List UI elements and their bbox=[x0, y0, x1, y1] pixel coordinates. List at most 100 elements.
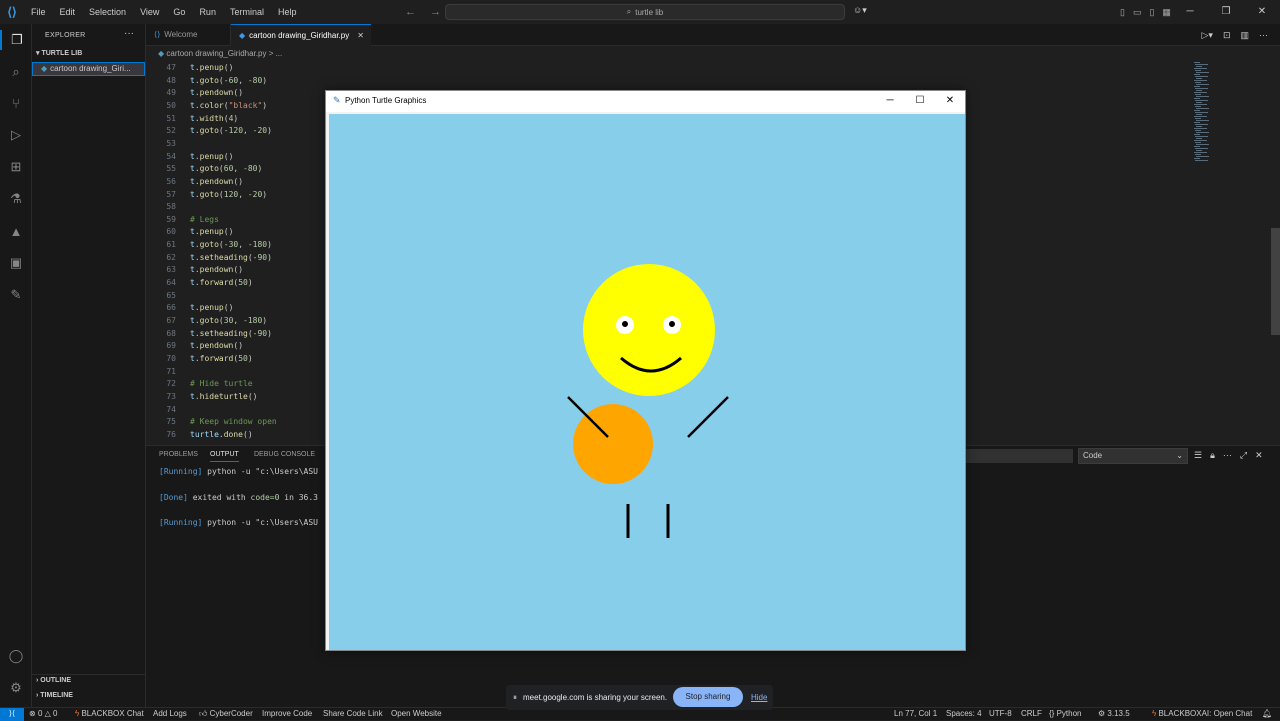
close-window-icon[interactable]: ✕ bbox=[1244, 0, 1280, 24]
vscode-tab-icon: ⟨⟩ bbox=[154, 30, 161, 39]
remote-indicator-icon[interactable]: ⟩⟨ bbox=[0, 708, 24, 721]
tab-cartoon-drawing[interactable]: ◆ cartoon drawing_Giridhar.py ✕ bbox=[231, 24, 371, 46]
azure-icon[interactable]: ▲ bbox=[6, 221, 26, 241]
improve-code-status[interactable]: Improve Code bbox=[262, 708, 312, 720]
cybercoder-status[interactable]: 👍︎ CyberCoder bbox=[199, 708, 253, 720]
cursor-position-status[interactable]: Ln 77, Col 1 bbox=[894, 708, 937, 720]
output-filter-input[interactable] bbox=[966, 449, 1073, 463]
outline-section[interactable]: › OUTLINE bbox=[36, 677, 71, 684]
line-number: 65 bbox=[166, 290, 176, 300]
encoding-status[interactable]: UTF-8 bbox=[989, 708, 1012, 720]
line-number: 56 bbox=[166, 176, 176, 186]
copilot-icon[interactable]: ☺▾ bbox=[853, 5, 867, 16]
run-debug-icon[interactable]: ▷ bbox=[6, 125, 26, 145]
open-website-status[interactable]: Open Website bbox=[391, 708, 442, 720]
vscode-logo-icon: ⟨⟩ bbox=[7, 5, 17, 19]
indentation-status[interactable]: Spaces: 4 bbox=[946, 708, 982, 720]
menu-go[interactable]: Go bbox=[166, 0, 192, 24]
remote-explorer-icon[interactable]: ▣ bbox=[6, 253, 26, 273]
maximize-panel-icon[interactable]: ⤢ bbox=[1240, 450, 1247, 461]
stop-sharing-button[interactable]: Stop sharing bbox=[673, 687, 743, 707]
accounts-icon[interactable]: ◯ bbox=[6, 646, 26, 666]
code-line[interactable]: 48 t.goto(-60, -80) bbox=[146, 76, 746, 89]
explorer-title: EXPLORER bbox=[45, 32, 86, 39]
more-actions-icon[interactable]: ··· bbox=[124, 28, 134, 39]
right-arm bbox=[687, 396, 729, 438]
menu-file[interactable]: File bbox=[24, 0, 53, 24]
forward-arrow-icon[interactable]: → bbox=[430, 6, 441, 18]
testing-icon[interactable]: ⚗ bbox=[6, 189, 26, 209]
more-panel-actions-icon[interactable]: ··· bbox=[1223, 450, 1232, 461]
compare-icon[interactable]: ⊡ bbox=[1223, 30, 1231, 41]
menu-help[interactable]: Help bbox=[271, 0, 304, 24]
menu-edit[interactable]: Edit bbox=[53, 0, 83, 24]
minimap-line bbox=[1196, 66, 1202, 67]
close-panel-icon[interactable]: ✕ bbox=[1255, 450, 1263, 461]
editor-scrollbar[interactable] bbox=[1271, 228, 1280, 335]
cartoon-head bbox=[583, 264, 715, 396]
code-token: goto bbox=[199, 75, 219, 85]
blackbox-chat-status[interactable]: ϟ BLACKBOX Chat bbox=[75, 708, 144, 720]
turtle-minimize-icon[interactable]: ─ bbox=[875, 91, 905, 112]
minimap[interactable] bbox=[1192, 62, 1222, 172]
back-arrow-icon[interactable]: ← bbox=[405, 6, 416, 18]
turtle-close-icon[interactable]: ✕ bbox=[935, 91, 965, 112]
menu-selection[interactable]: Selection bbox=[82, 0, 133, 24]
cartoon-body bbox=[573, 404, 653, 484]
settings-gear-icon[interactable]: ⚙ bbox=[6, 678, 26, 698]
output-running-tag: [Running] bbox=[159, 518, 203, 527]
run-file-icon[interactable]: ▷▾ bbox=[1201, 30, 1212, 41]
blackbox-open-chat-status[interactable]: ϟ BLACKBOXAI: Open Chat bbox=[1152, 708, 1252, 720]
close-tab-icon[interactable]: ✕ bbox=[357, 31, 364, 40]
share-code-link-status[interactable]: Share Code Link bbox=[323, 708, 383, 720]
minimap-line bbox=[1195, 106, 1201, 107]
breadcrumb[interactable]: ◆ cartoon drawing_Giridhar.py > ... bbox=[158, 49, 282, 58]
toggle-primary-sidebar-icon[interactable]: ▯ bbox=[1120, 7, 1125, 18]
problems-status[interactable]: ⊗ 0 △ 0 bbox=[29, 708, 57, 720]
menu-run[interactable]: Run bbox=[192, 0, 223, 24]
extensions-icon[interactable]: ⊞ bbox=[6, 157, 26, 177]
minimize-icon[interactable]: ─ bbox=[1172, 0, 1208, 24]
minimap-line bbox=[1194, 68, 1207, 69]
more-editor-actions-icon[interactable]: ··· bbox=[1259, 30, 1268, 41]
line-number: 52 bbox=[166, 126, 176, 136]
menu-terminal[interactable]: Terminal bbox=[223, 0, 271, 24]
language-status[interactable]: {} Python bbox=[1049, 708, 1081, 720]
notifications-bell-icon[interactable]: 🔔︎ bbox=[1262, 708, 1272, 720]
line-number: 55 bbox=[166, 164, 176, 174]
tab-output[interactable]: OUTPUT bbox=[210, 451, 239, 462]
explorer-icon[interactable]: ❐ bbox=[0, 30, 32, 50]
toggle-panel-icon[interactable]: ▭ bbox=[1133, 7, 1142, 18]
clear-output-icon[interactable]: ☰ bbox=[1194, 450, 1202, 461]
menu-view[interactable]: View bbox=[133, 0, 166, 24]
code-token: () bbox=[223, 63, 234, 72]
turtle-window-titlebar[interactable]: ✎ Python Turtle Graphics ─ ☐ ✕ bbox=[326, 91, 965, 112]
source-control-icon[interactable]: ⑂ bbox=[6, 93, 26, 113]
code-line[interactable]: 47 t.penup() bbox=[146, 63, 746, 76]
customize-layout-icon[interactable]: ▦ bbox=[1162, 7, 1171, 18]
tab-problems[interactable]: PROBLEMS bbox=[159, 451, 198, 458]
code-token: -30 bbox=[223, 240, 239, 250]
blackbox-icon[interactable]: ✎ bbox=[6, 285, 26, 305]
tab-debug-console[interactable]: DEBUG CONSOLE bbox=[254, 451, 315, 458]
output-channel-select[interactable]: Code ⌄ bbox=[1078, 448, 1188, 464]
explorer-file-item[interactable]: ◆ cartoon drawing_Giri... bbox=[32, 62, 145, 76]
tab-welcome[interactable]: ⟨⟩ Welcome bbox=[146, 24, 231, 46]
lock-scroll-icon[interactable]: 🔒︎ bbox=[1210, 450, 1215, 461]
line-number: 74 bbox=[166, 404, 176, 414]
split-editor-icon[interactable]: ▥ bbox=[1240, 30, 1249, 41]
hide-share-bar-link[interactable]: Hide bbox=[751, 685, 767, 710]
turtle-maximize-icon[interactable]: ☐ bbox=[905, 91, 935, 112]
code-token: setheading bbox=[199, 252, 248, 262]
add-logs-status[interactable]: Add Logs bbox=[153, 708, 187, 720]
share-message: meet.google.com is sharing your screen. bbox=[523, 693, 668, 702]
folder-turtle-lib[interactable]: ▾ TURTLE LIB bbox=[36, 49, 82, 57]
nav-arrows: ← → bbox=[405, 0, 441, 24]
eol-status[interactable]: CRLF bbox=[1021, 708, 1042, 720]
restore-icon[interactable]: ❐ bbox=[1208, 0, 1244, 24]
search-view-icon[interactable]: ⌕ bbox=[6, 62, 26, 82]
timeline-section[interactable]: › TIMELINE bbox=[36, 692, 73, 699]
toggle-secondary-sidebar-icon[interactable]: ▯ bbox=[1149, 7, 1154, 18]
command-center-search[interactable]: ⌕ turtle lib bbox=[445, 4, 845, 20]
python-version-status[interactable]: ⚙ 3.13.5 bbox=[1098, 708, 1130, 720]
